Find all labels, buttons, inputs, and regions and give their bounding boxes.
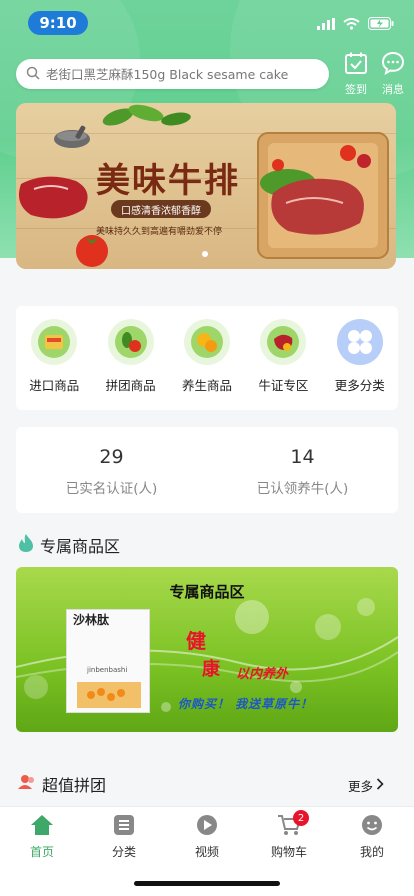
stat-adopted: 14 已认领养牛(人) (207, 427, 398, 513)
tab-home[interactable]: 首页 (12, 814, 72, 860)
promo-title: 专属商品区 (169, 583, 245, 601)
product-box-image: 沙林肽 jinbenbashi (66, 609, 150, 713)
stat-verified: 29 已实名认证(人) (16, 427, 207, 513)
search-icon (26, 65, 40, 84)
checkin-label: 签到 (345, 83, 367, 96)
tab-cart[interactable]: 2 购物车 (259, 810, 319, 860)
mortar-illustration (54, 125, 90, 148)
banner-title: 美味牛排 (96, 161, 240, 201)
checkin-button[interactable]: 签到 (341, 51, 371, 97)
promo-health-char-2: 康 (202, 659, 220, 680)
category-wellness[interactable]: 养生商品 (169, 306, 245, 410)
stats-card: 29 已实名认证(人) 14 已认领养牛(人) (16, 427, 398, 513)
category-list-icon (113, 814, 135, 839)
group-users-icon (18, 773, 36, 795)
promo-banner[interactable]: 美味牛排 口感清香浓郁香醇 美味持久久到高遍有嚼劲爱不停 (16, 103, 396, 269)
tab-label: 购物车 (270, 845, 307, 859)
calendar-check-icon (344, 51, 368, 78)
category-beef-zone[interactable]: 牛证专区 (245, 306, 321, 410)
category-grid: 进口商品 拼团商品 养生商品 牛证专区 更多分类 (16, 306, 398, 410)
group-buy-more-link[interactable]: 更多 (348, 776, 384, 795)
more-label: 更多 (347, 779, 373, 794)
wifi-icon (343, 15, 360, 34)
stat-label: 已实名认证(人) (65, 481, 158, 497)
category-label: 更多分类 (334, 378, 385, 393)
search-input[interactable] (46, 66, 316, 82)
tab-label: 首页 (29, 845, 54, 859)
promo-slogan: 你购买！ 我送草原牛！ (178, 697, 314, 711)
group-buy-icon (107, 319, 154, 365)
search-bar[interactable] (16, 59, 329, 89)
status-time: 9:10 (28, 11, 88, 35)
message-icon (381, 51, 405, 78)
steak-board-illustration (257, 132, 389, 259)
video-play-icon (195, 814, 219, 839)
category-label: 进口商品 (29, 378, 80, 393)
section-title: 专属商品区 (40, 537, 121, 556)
home-indicator (134, 881, 280, 886)
banner-tagline: 美味持久久到高遍有嚼劲爱不停 (96, 227, 223, 237)
berries-illustration (77, 682, 141, 708)
product-brand: jinbenbashi (87, 666, 128, 674)
stat-value: 29 (99, 446, 124, 468)
banner-subtitle: 口感清香浓郁香醇 (111, 200, 211, 218)
section-title: 超值拼团 (42, 776, 107, 795)
tab-label: 我的 (359, 845, 384, 859)
chevron-right-icon (376, 778, 384, 793)
category-group-buy[interactable]: 拼团商品 (92, 306, 168, 410)
signal-icon (317, 15, 335, 34)
tab-label: 视频 (194, 845, 219, 859)
profile-face-icon (361, 814, 383, 839)
herb-leaves-illustration (102, 104, 191, 126)
status-icons (317, 15, 394, 34)
imported-goods-icon (31, 319, 78, 365)
category-label: 牛证专区 (258, 378, 309, 393)
home-icon (30, 814, 54, 839)
battery-icon (368, 15, 394, 34)
category-label: 养生商品 (181, 378, 232, 393)
tab-category[interactable]: 分类 (94, 814, 154, 860)
category-more[interactable]: 更多分类 (322, 306, 398, 410)
category-imported[interactable]: 进口商品 (16, 306, 92, 410)
flame-icon (18, 533, 34, 557)
tab-profile[interactable]: 我的 (342, 814, 402, 860)
stat-value: 14 (290, 446, 315, 468)
messages-label: 消息 (382, 83, 404, 96)
cart-badge: 2 (293, 810, 309, 826)
stat-label: 已认领养牛(人) (256, 481, 349, 497)
messages-button[interactable]: 消息 (378, 51, 408, 97)
promo-tagline: 以内养外 (236, 667, 289, 682)
more-categories-icon (336, 319, 383, 365)
exclusive-promo-banner[interactable]: 专属商品区 沙林肽 jinbenbashi 健 康 以内养外 你购买！ 我送草原… (16, 567, 398, 732)
product-name: 沙林肽 (73, 613, 110, 627)
wellness-icon (183, 319, 230, 365)
raw-steak-illustration (18, 176, 88, 219)
group-buy-section-header: 超值拼团 (18, 772, 106, 796)
category-label: 拼团商品 (105, 378, 156, 393)
exclusive-section-header: 专属商品区 (18, 533, 120, 557)
tab-video[interactable]: 视频 (177, 814, 237, 860)
status-bar: 9:10 (0, 0, 414, 46)
promo-health-char-1: 健 (186, 629, 206, 653)
beef-zone-icon (260, 319, 307, 365)
tab-label: 分类 (111, 845, 136, 859)
carousel-dot[interactable] (202, 251, 208, 257)
